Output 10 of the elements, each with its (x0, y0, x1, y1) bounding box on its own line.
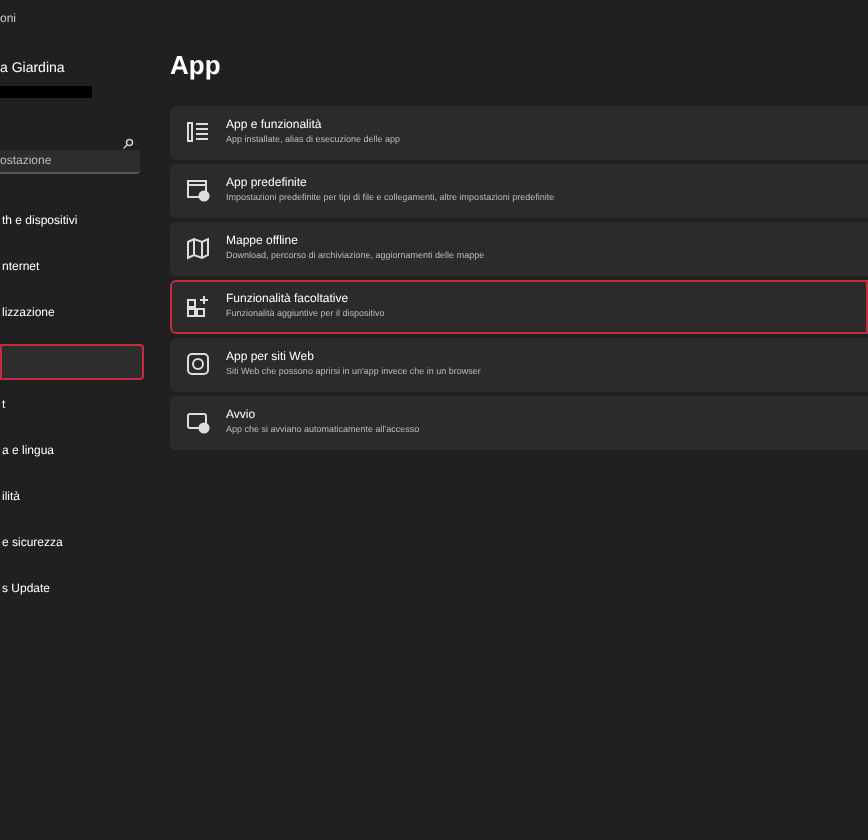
startup-icon (186, 410, 210, 434)
map-icon (186, 236, 210, 260)
redacted-bar (0, 85, 92, 97)
sidebar-item[interactable] (0, 343, 144, 379)
list-icon (186, 120, 210, 144)
window-check-icon (186, 178, 210, 202)
search-icon (122, 137, 134, 149)
web-app-icon (186, 352, 210, 376)
grid-plus-icon (186, 294, 210, 318)
page-title: App (170, 48, 223, 84)
